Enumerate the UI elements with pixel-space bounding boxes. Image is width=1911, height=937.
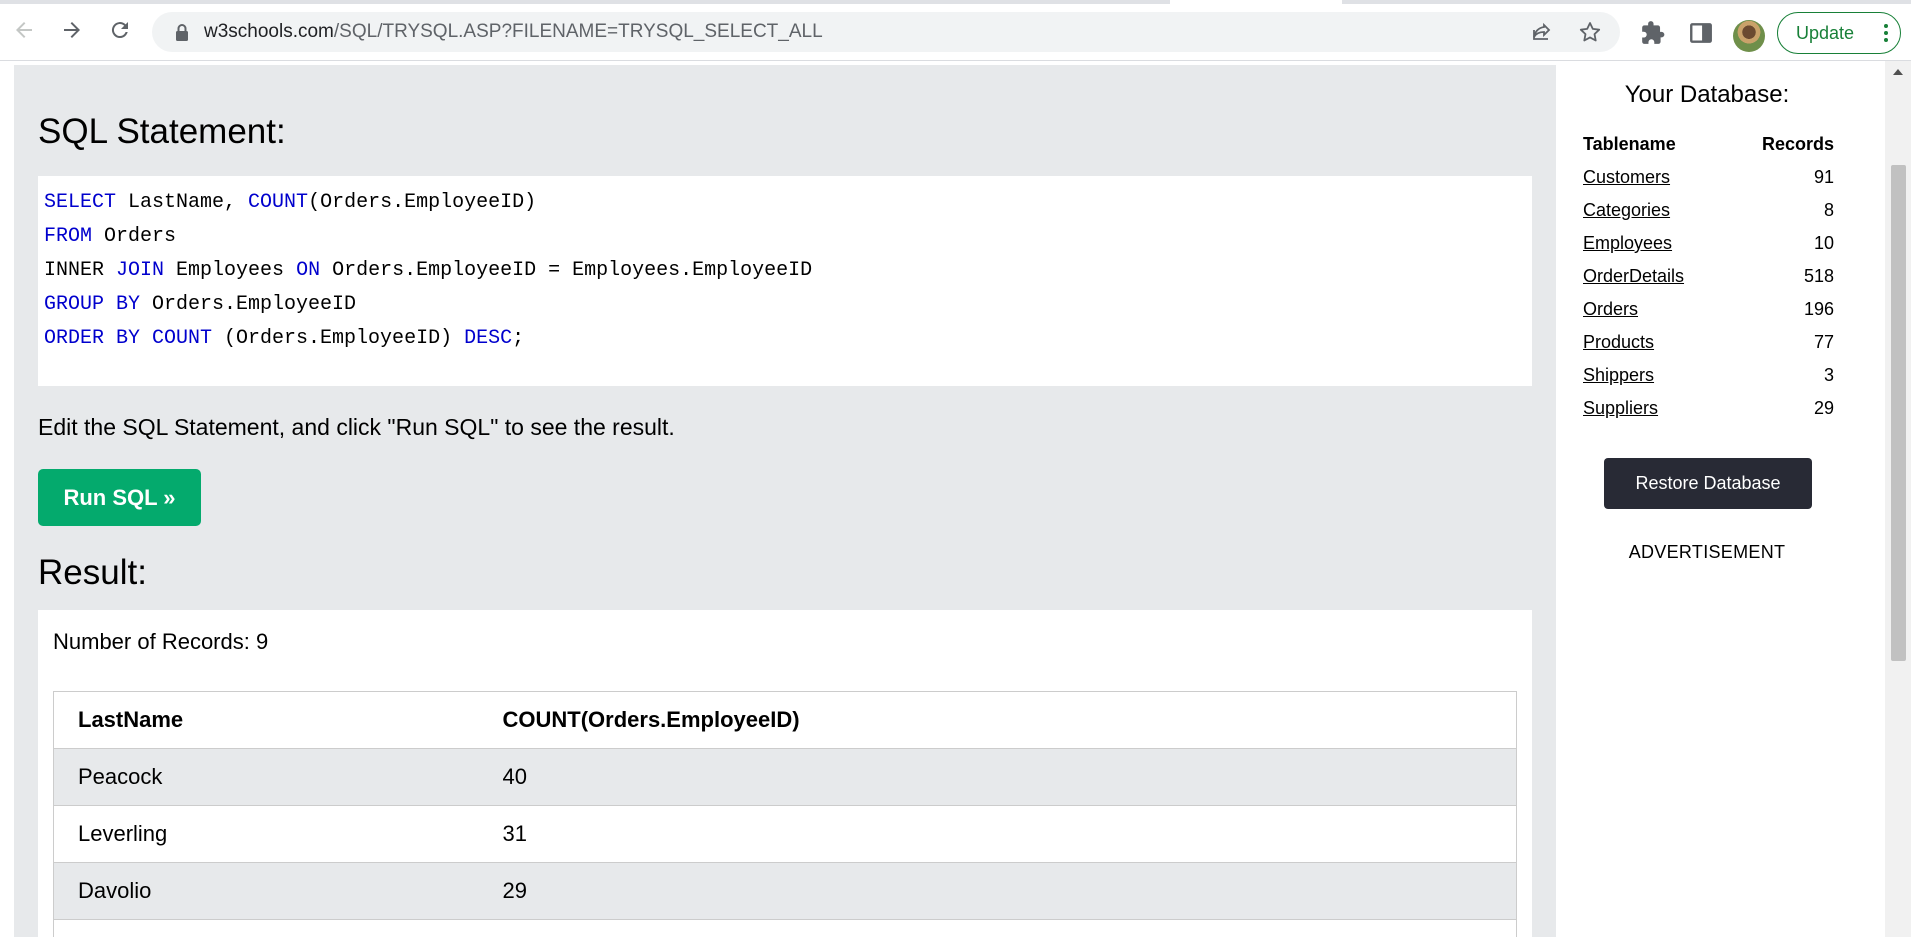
sql-text: ; xyxy=(512,327,525,350)
table-link-customers[interactable]: Customers xyxy=(1583,167,1670,187)
result-table: LastName COUNT(Orders.EmployeeID) Peacoc… xyxy=(53,691,1517,937)
table-link-shippers[interactable]: Shippers xyxy=(1583,365,1654,385)
scroll-up-arrow[interactable] xyxy=(1893,69,1903,75)
records-count: 8 xyxy=(1823,200,1834,220)
records-count: 29 xyxy=(1813,398,1834,418)
records-count: 10 xyxy=(1813,233,1834,253)
database-header-row: Tablename Records xyxy=(1583,128,1834,161)
sql-keyword: FROM xyxy=(44,225,93,248)
star-icon[interactable] xyxy=(1578,20,1602,44)
address-bar[interactable]: w3schools.com/SQL/TRYSQL.ASP?FILENAME=TR… xyxy=(152,12,1620,52)
update-button[interactable]: Update xyxy=(1777,12,1901,54)
table-cell: Peacock xyxy=(53,748,479,806)
records-count: 77 xyxy=(1813,332,1834,352)
database-table: Tablename Records Customers 91 Categorie… xyxy=(1583,128,1834,425)
table-cell: Leverling xyxy=(53,805,479,863)
records-count: 196 xyxy=(1803,299,1834,319)
table-cell: 40 xyxy=(478,748,1517,806)
url-text[interactable]: w3schools.com/SQL/TRYSQL.ASP?FILENAME=TR… xyxy=(204,21,823,43)
records-count: 91 xyxy=(1813,167,1834,187)
update-label: Update xyxy=(1796,22,1855,43)
sql-keyword: ORDER BY COUNT xyxy=(44,327,213,350)
result-box: Number of Records: 9 LastName COUNT(Orde… xyxy=(38,610,1532,937)
records-count: 3 xyxy=(1823,365,1834,385)
forward-icon[interactable] xyxy=(54,12,90,48)
database-row: Products 77 xyxy=(1583,326,1834,359)
lock-icon[interactable] xyxy=(174,23,190,41)
database-row: Categories 8 xyxy=(1583,194,1834,227)
records-count: 518 xyxy=(1803,266,1834,286)
database-row: Orders 196 xyxy=(1583,293,1834,326)
url-host: w3schools.com xyxy=(204,21,334,42)
table-row: Davolio 29 xyxy=(53,862,1517,920)
table-link-suppliers[interactable]: Suppliers xyxy=(1583,398,1658,418)
records-header: Records xyxy=(1761,134,1834,154)
table-cell: 29 xyxy=(478,862,1517,920)
table-link-orders[interactable]: Orders xyxy=(1583,299,1638,319)
database-row: Customers 91 xyxy=(1583,161,1834,194)
run-sql-button[interactable]: Run SQL » xyxy=(38,469,201,526)
sql-keyword: ON xyxy=(296,259,321,282)
sql-text: (Orders.EmployeeID) xyxy=(212,327,465,350)
sql-text: Orders xyxy=(92,225,177,248)
database-row: Shippers 3 xyxy=(1583,359,1834,392)
sql-statement-heading: SQL Statement: xyxy=(38,112,286,151)
tablename-header: Tablename xyxy=(1583,134,1676,154)
sql-text: Orders.EmployeeID = Employees.EmployeeID xyxy=(320,259,813,282)
database-title: Your Database: xyxy=(1624,81,1790,108)
page-scrollbar[interactable] xyxy=(1885,61,1911,937)
sql-code-line[interactable]: SELECT LastName, COUNT(Orders.EmployeeID… xyxy=(44,186,1526,220)
extensions-icon[interactable] xyxy=(1640,20,1666,46)
restore-database-button[interactable]: Restore Database xyxy=(1604,458,1812,509)
page-content: SQL Statement: SELECT LastName, COUNT(Or… xyxy=(0,61,1911,937)
table-row: Callahan 27 xyxy=(53,919,1517,937)
sql-code-line[interactable]: ORDER BY COUNT (Orders.EmployeeID) DESC; xyxy=(44,322,1526,356)
sql-code-line[interactable]: GROUP BY Orders.EmployeeID xyxy=(44,288,1526,322)
table-link-products[interactable]: Products xyxy=(1583,332,1654,352)
sql-text: INNER xyxy=(44,259,117,282)
record-count: Number of Records: 9 xyxy=(53,629,269,654)
table-row: Peacock 40 xyxy=(53,748,1517,806)
database-panel: Your Database: Tablename Records Custome… xyxy=(1556,61,1891,937)
kebab-menu-icon[interactable] xyxy=(1884,23,1888,43)
table-link-orderdetails[interactable]: OrderDetails xyxy=(1583,266,1684,286)
column-header: COUNT(Orders.EmployeeID) xyxy=(478,691,1517,749)
sql-keyword: SELECT xyxy=(44,191,117,214)
back-icon[interactable] xyxy=(6,12,42,48)
side-panel-icon[interactable] xyxy=(1688,20,1714,46)
sql-text: LastName, xyxy=(116,191,249,214)
browser-toolbar: w3schools.com/SQL/TRYSQL.ASP?FILENAME=TR… xyxy=(0,4,1911,61)
result-heading: Result: xyxy=(38,553,147,592)
database-row: Employees 10 xyxy=(1583,227,1834,260)
sql-keyword: GROUP BY xyxy=(44,293,141,316)
database-row: OrderDetails 518 xyxy=(1583,260,1834,293)
table-cell: Davolio xyxy=(53,862,479,920)
sql-text: Orders.EmployeeID xyxy=(140,293,357,316)
table-row: Leverling 31 xyxy=(53,805,1517,863)
sql-text: Employees xyxy=(164,259,297,282)
sql-code-editor[interactable]: SELECT LastName, COUNT(Orders.EmployeeID… xyxy=(38,176,1532,386)
table-cell: 27 xyxy=(478,919,1517,937)
sql-code-line[interactable]: FROM Orders xyxy=(44,220,1526,254)
share-icon[interactable] xyxy=(1530,20,1554,44)
instruction-text: Edit the SQL Statement, and click "Run S… xyxy=(38,414,675,440)
reload-icon[interactable] xyxy=(102,12,138,48)
sql-keyword: DESC xyxy=(464,327,513,350)
sql-keyword: JOIN xyxy=(116,259,165,282)
table-cell: Callahan xyxy=(53,919,479,937)
sql-text: (Orders.EmployeeID) xyxy=(308,191,537,214)
column-header: LastName xyxy=(53,691,479,749)
table-cell: 31 xyxy=(478,805,1517,863)
avatar[interactable] xyxy=(1733,20,1765,52)
table-link-employees[interactable]: Employees xyxy=(1583,233,1672,253)
scrollbar-thumb[interactable] xyxy=(1891,165,1906,661)
advertisement-label: ADVERTISEMENT xyxy=(1628,542,1786,562)
table-link-categories[interactable]: Categories xyxy=(1583,200,1670,220)
result-header-row: LastName COUNT(Orders.EmployeeID) xyxy=(53,691,1517,749)
url-path: /SQL/TRYSQL.ASP?FILENAME=TRYSQL_SELECT_A… xyxy=(333,21,823,42)
sql-keyword: COUNT xyxy=(248,191,309,214)
sql-editor-panel: SQL Statement: SELECT LastName, COUNT(Or… xyxy=(14,65,1556,937)
database-row: Suppliers 29 xyxy=(1583,392,1834,425)
sql-code-line[interactable]: INNER JOIN Employees ON Orders.EmployeeI… xyxy=(44,254,1526,288)
